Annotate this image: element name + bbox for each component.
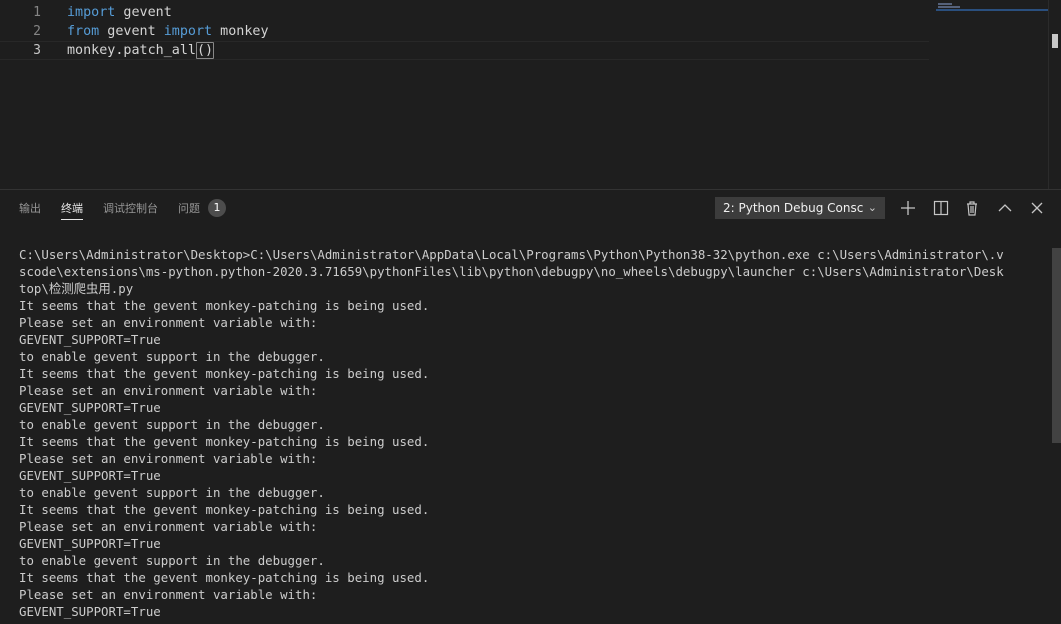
editor-scrollbar[interactable] — [1048, 0, 1061, 189]
code-token: monkey — [212, 24, 269, 39]
code-editor[interactable]: 1 import gevent 2 from gevent import mon… — [0, 0, 1061, 189]
terminal-line: Please set an environment variable with: — [19, 383, 318, 398]
code-token: monkey.patch_all — [67, 43, 196, 58]
terminal-line: GEVENT_SUPPORT=True — [19, 468, 161, 483]
minimap-line — [938, 3, 952, 5]
terminal-line: scode\extensions\ms-python.python-2020.3… — [19, 264, 1004, 279]
terminal-line: It seems that the gevent monkey-patching… — [19, 298, 430, 313]
terminal-line: to enable gevent support in the debugger… — [19, 553, 325, 568]
split-icon[interactable] — [931, 198, 951, 218]
terminal-line: It seems that the gevent monkey-patching… — [19, 434, 430, 449]
code-line[interactable]: 2 from gevent import monkey — [0, 22, 929, 41]
bracket-match-token: () — [196, 42, 215, 59]
code-line[interactable]: 1 import gevent — [0, 3, 929, 22]
code-text[interactable]: import gevent — [67, 5, 172, 20]
terminal-line: top\检测爬虫用.py — [19, 281, 134, 296]
terminal-line: GEVENT_SUPPORT=True — [19, 536, 161, 551]
plus-icon[interactable] — [898, 198, 918, 218]
code-token: gevent — [115, 5, 172, 20]
trash-icon[interactable] — [962, 198, 982, 218]
code-line-current[interactable]: 3 monkey.patch_all() — [0, 41, 929, 60]
line-number: 2 — [33, 24, 41, 39]
terminal-selector-value: 2: Python Debug Consc — [723, 201, 864, 215]
terminal-line: Please set an environment variable with: — [19, 451, 318, 466]
tab-output[interactable]: 输出 — [19, 201, 41, 219]
chevron-up-icon[interactable] — [995, 198, 1015, 218]
terminal-line: Please set an environment variable with: — [19, 315, 318, 330]
terminal-selector[interactable]: 2: Python Debug Consc ⌄ — [715, 197, 885, 219]
terminal-line: GEVENT_SUPPORT=True — [19, 604, 161, 619]
panel-tabs: 输出 终端 调试控制台 问题 1 2: Python Debug Consc ⌄ — [0, 190, 1061, 226]
minimap-line — [938, 6, 960, 8]
tab-debug-console[interactable]: 调试控制台 — [103, 201, 158, 219]
terminal-line: to enable gevent support in the debugger… — [19, 349, 325, 364]
keyword-token: import — [163, 24, 213, 39]
terminal-line: Please set an environment variable with: — [19, 519, 318, 534]
terminal-line: GEVENT_SUPPORT=True — [19, 332, 161, 347]
code-text[interactable]: monkey.patch_all() — [67, 42, 215, 59]
terminal-line: Please set an environment variable with: — [19, 587, 318, 602]
problems-count-badge: 1 — [208, 199, 226, 217]
code-text[interactable]: from gevent import monkey — [67, 24, 269, 39]
terminal-scrollbar-thumb[interactable] — [1052, 248, 1061, 443]
terminal-line: to enable gevent support in the debugger… — [19, 417, 325, 432]
terminal-line: It seems that the gevent monkey-patching… — [19, 570, 430, 585]
terminal-line: It seems that the gevent monkey-patching… — [19, 366, 430, 381]
minimap[interactable] — [936, 3, 1048, 13]
bottom-panel: 输出 终端 调试控制台 问题 1 2: Python Debug Consc ⌄… — [0, 190, 1061, 624]
editor-scrollbar-cursor-marker — [1052, 34, 1058, 48]
terminal-line: C:\Users\Administrator\Desktop>C:\Users\… — [19, 247, 1004, 262]
close-icon[interactable] — [1027, 198, 1047, 218]
code-token: gevent — [99, 24, 164, 39]
minimap-viewport — [936, 9, 1048, 11]
line-number: 3 — [33, 43, 41, 58]
terminal-line: to enable gevent support in the debugger… — [19, 485, 325, 500]
tab-problems[interactable]: 问题 — [178, 201, 200, 219]
tab-terminal[interactable]: 终端 — [61, 201, 83, 220]
keyword-token: import — [67, 5, 116, 20]
terminal-line: GEVENT_SUPPORT=True — [19, 400, 161, 415]
keyword-token: from — [67, 24, 100, 39]
terminal-output[interactable]: C:\Users\Administrator\Desktop>C:\Users\… — [19, 246, 1004, 620]
chevron-down-icon: ⌄ — [867, 201, 877, 214]
line-number: 1 — [33, 5, 41, 20]
terminal-line: It seems that the gevent monkey-patching… — [19, 502, 430, 517]
